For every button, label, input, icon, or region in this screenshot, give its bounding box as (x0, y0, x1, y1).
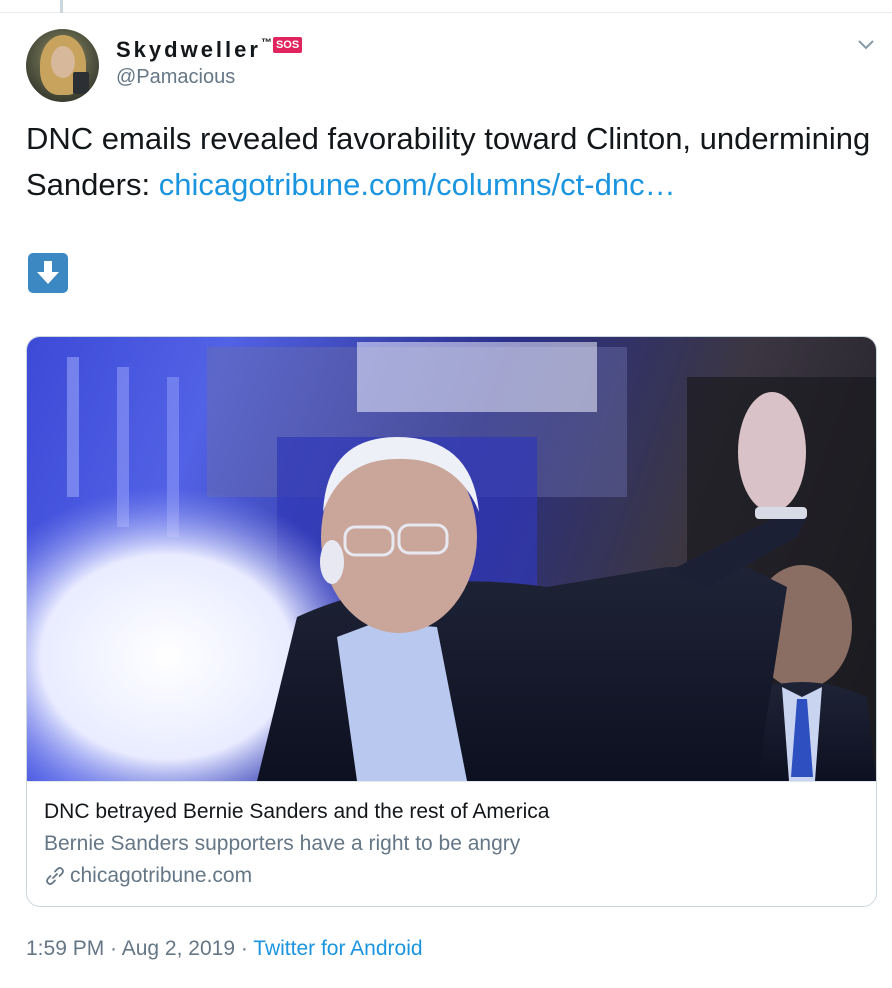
display-name-text: Skydweller (116, 37, 261, 62)
tweet-meta: 1:59 PM · Aug 2, 2019 · Twitter for Andr… (26, 937, 423, 961)
user-handle[interactable]: @Pamacious (116, 66, 235, 89)
card-info[interactable]: DNC betrayed Bernie Sanders and the rest… (27, 781, 876, 906)
avatar-face (51, 46, 75, 78)
tweet-time[interactable]: 1:59 PM (26, 937, 104, 960)
card-image[interactable] (27, 337, 876, 781)
link-preview-card[interactable]: DNC betrayed Bernie Sanders and the rest… (26, 336, 877, 907)
thread-connector-line (60, 0, 63, 13)
display-name[interactable]: Skydweller™ SOS (116, 37, 303, 63)
card-description: Bernie Sanders supporters have a right t… (44, 832, 521, 855)
top-divider (0, 12, 892, 13)
avatar[interactable] (26, 29, 99, 102)
link-icon (46, 867, 64, 885)
meta-separator: · (104, 937, 122, 960)
card-domain: chicagotribune.com (44, 864, 252, 888)
card-photo (27, 342, 876, 781)
trademark-symbol: ™ (260, 37, 272, 49)
down-arrow-emoji-icon (28, 253, 68, 293)
meta-separator: · (235, 937, 254, 960)
card-title: DNC betrayed Bernie Sanders and the rest… (44, 800, 550, 823)
card-domain-text: chicagotribune.com (70, 864, 253, 887)
tweet-date[interactable]: Aug 2, 2019 (122, 937, 235, 960)
chevron-down-icon[interactable] (857, 38, 875, 52)
tweet-source-link[interactable]: Twitter for Android (253, 937, 422, 960)
tweet-text: DNC emails revealed favorability toward … (26, 116, 876, 208)
avatar-phone (73, 72, 89, 94)
sos-badge: SOS (272, 37, 303, 53)
article-link[interactable]: chicagotribune.com/columns/ct-dnc… (159, 167, 676, 202)
